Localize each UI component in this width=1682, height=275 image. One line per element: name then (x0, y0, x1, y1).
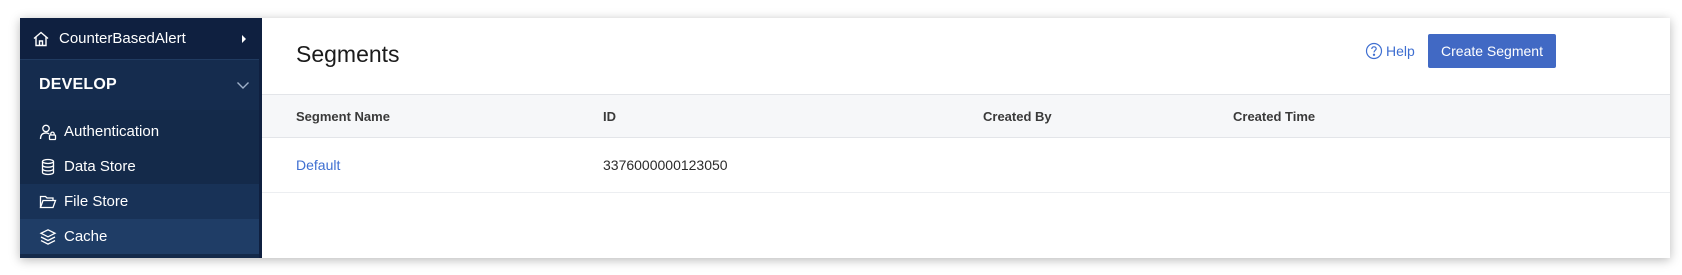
segment-name-link[interactable]: Default (296, 157, 340, 173)
sidebar-item-authentication[interactable]: Authentication (20, 114, 262, 149)
user-lock-icon (39, 123, 57, 141)
develop-section-header[interactable]: DEVELOP (20, 60, 262, 110)
page-title: Segments (296, 41, 400, 67)
sidebar-nav: Authentication Data Store File Store Cac… (20, 110, 262, 254)
help-link[interactable]: Help (1365, 42, 1415, 60)
column-header-created-by[interactable]: Created By (983, 109, 1052, 124)
app-window: CounterBasedAlert DEVELOP Authentication… (20, 18, 1670, 258)
segment-id: 3376000000123050 (603, 157, 728, 173)
table-row: Default 3376000000123050 (262, 138, 1670, 193)
sidebar-item-label: File Store (64, 193, 129, 210)
column-header-id[interactable]: ID (603, 109, 616, 124)
sidebar-item-cache[interactable]: Cache (20, 219, 262, 254)
layers-icon (39, 228, 57, 246)
database-icon (39, 158, 57, 176)
section-title: DEVELOP (39, 76, 117, 93)
chevron-down-icon[interactable] (236, 80, 250, 90)
sidebar-item-label: Authentication (64, 123, 160, 140)
sidebar: CounterBasedAlert DEVELOP Authentication… (20, 18, 262, 258)
main-content: Segments Help Create Segment Segment Nam… (262, 18, 1670, 258)
sidebar-item-data-store[interactable]: Data Store (20, 149, 262, 184)
project-name: CounterBasedAlert (59, 30, 186, 47)
help-label: Help (1386, 43, 1415, 59)
create-segment-button[interactable]: Create Segment (1428, 34, 1556, 68)
column-header-segment-name[interactable]: Segment Name (296, 109, 390, 124)
folder-open-icon (39, 193, 57, 211)
project-selector[interactable]: CounterBasedAlert (20, 18, 262, 60)
column-header-created-time[interactable]: Created Time (1233, 109, 1315, 124)
caret-right-icon[interactable] (240, 34, 248, 44)
question-circle-icon (1365, 42, 1383, 60)
sidebar-item-file-store[interactable]: File Store (20, 184, 262, 219)
table-header: Segment Name ID Created By Created Time (262, 94, 1670, 138)
sidebar-item-label: Cache (64, 228, 108, 245)
sidebar-item-label: Data Store (64, 158, 136, 175)
home-icon (33, 31, 49, 46)
